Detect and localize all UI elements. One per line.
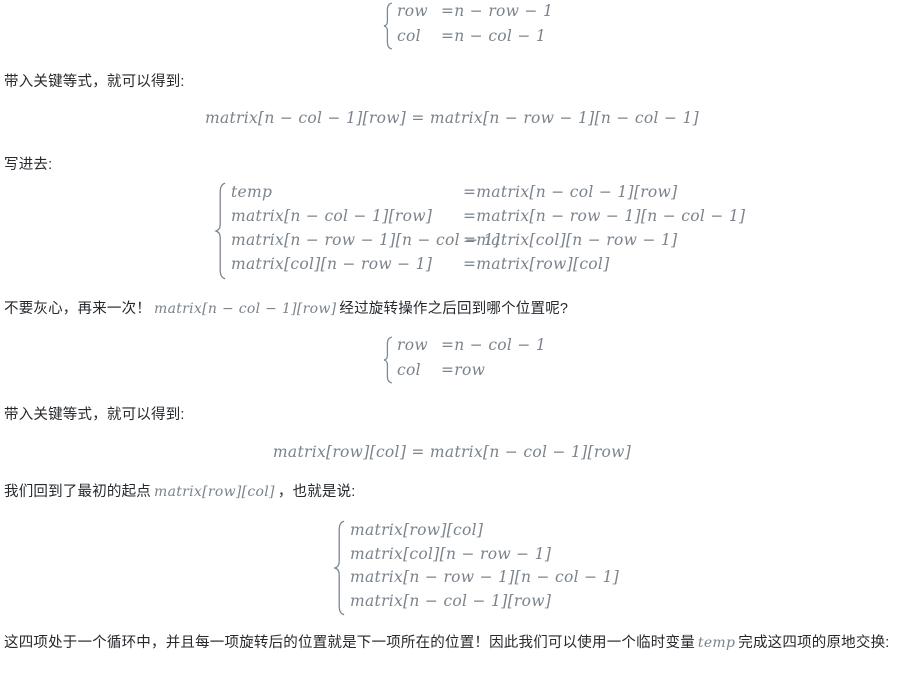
paragraph-try-again-prefix: 不要灰心，再来一次！ xyxy=(4,301,151,317)
left-curly-brace-icon xyxy=(214,182,227,280)
system-2-row-2-lhs: matrix[n − row − 1][n − col − 1] xyxy=(231,231,501,249)
system-3-row-0: row = n − col − 1 xyxy=(397,336,546,361)
system-4-rows: matrix[row][col] matrix[col][n − row − 1… xyxy=(350,520,619,616)
system-4-row-3: matrix[n − col − 1][row] xyxy=(350,592,619,616)
system-2-row-3-op: = xyxy=(463,255,477,273)
inline-math-temp-variable: temp xyxy=(697,635,736,651)
system-1-rows: row = n − row − 1 col = n − col − 1 xyxy=(397,2,553,52)
system-1-row-1-lhs: col xyxy=(397,27,421,45)
paragraph-cycle-conclusion-suffix: 完成这四项的原地交换: xyxy=(738,635,890,651)
system-1-row-0-op: = xyxy=(441,2,455,20)
system-4-row-0-lhs: matrix[row][col] xyxy=(350,521,484,539)
system-2-row-0: temp = matrix[n − col − 1][row] xyxy=(231,183,745,207)
system-4-row-2-lhs: matrix[n − row − 1][n − col − 1] xyxy=(350,568,620,586)
system-2-row-2-op: = xyxy=(463,231,477,249)
paragraph-try-again: 不要灰心，再来一次！ matrix[n − col − 1][row] 经过旋转操作… xyxy=(4,296,568,322)
system-2-row-1-lhs: matrix[n − col − 1][row] xyxy=(231,207,433,225)
system-4-row-1-lhs: matrix[col][n − row − 1] xyxy=(350,544,552,563)
paragraph-substitute-1: 带入关键等式，就可以得到: xyxy=(4,74,185,90)
system-2-rows: temp = matrix[n − col − 1][row] matrix[n… xyxy=(231,182,745,280)
system-4-row-0: matrix[row][col] xyxy=(350,521,619,545)
system-2-row-3: matrix[col][n − row − 1] = matrix[row][c… xyxy=(231,255,745,279)
display-equation-2: matrix[row][col] = matrix[n − col − 1][r… xyxy=(272,443,632,461)
system-1-row-1-op: = xyxy=(441,27,455,45)
system-3-rows: row = n − col − 1 col = row xyxy=(397,336,546,386)
paragraph-cycle-conclusion-prefix: 这四项处于一个循环中，并且每一项旋转后的位置就是下一项所在的位置！因此我们可以使… xyxy=(4,635,695,651)
system-4-row-1: matrix[col][n − row − 1] xyxy=(350,545,619,569)
inline-math-origin-cell: matrix[row][col] xyxy=(154,484,275,500)
left-curly-brace-icon xyxy=(333,520,346,616)
system-3-row-1: col = row xyxy=(397,361,546,386)
system-4-row-3-lhs: matrix[n − col − 1][row] xyxy=(350,591,552,610)
paragraph-back-to-start: 我们回到了最初的起点 matrix[row][col] ，也就是说: xyxy=(4,479,356,505)
system-1-row-0: row = n − row − 1 xyxy=(397,2,553,27)
paragraph-substitute-2: 带入关键等式，就可以得到: xyxy=(4,407,185,423)
system-3-row-1-lhs: col xyxy=(397,361,421,379)
paragraph-cycle-conclusion: 这四项处于一个循环中，并且每一项旋转后的位置就是下一项所在的位置！因此我们可以使… xyxy=(4,630,900,656)
system-1-row-1: col = n − col − 1 xyxy=(397,27,553,52)
system-2-row-2: matrix[n − row − 1][n − col − 1] = matri… xyxy=(231,231,745,255)
paragraph-try-again-suffix: 经过旋转操作之后回到哪个位置呢? xyxy=(339,301,569,317)
display-system-1: row = n − row − 1 col = n − col − 1 xyxy=(382,2,553,52)
system-2-row-1-op: = xyxy=(463,207,477,225)
system-2-row-0-op: = xyxy=(463,183,477,201)
system-3-row-0-lhs: row xyxy=(397,336,428,354)
document-page: row = n − row − 1 col = n − col − 1 带入关键… xyxy=(0,0,904,684)
paragraph-write-back: 写进去: xyxy=(4,157,53,173)
display-system-2: temp = matrix[n − col − 1][row] matrix[n… xyxy=(214,182,745,280)
inline-math-rotated-cell: matrix[n − col − 1][row] xyxy=(154,301,337,317)
paragraph-back-to-start-suffix: ，也就是说: xyxy=(277,484,356,500)
system-3-row-1-rhs: row xyxy=(454,361,486,379)
system-1-row-1-rhs: n − col − 1 xyxy=(454,27,547,45)
system-2-row-3-lhs: matrix[col][n − row − 1] xyxy=(231,255,433,273)
system-3-row-0-rhs: n − col − 1 xyxy=(454,336,547,354)
left-curly-brace-icon xyxy=(382,2,393,52)
system-2-row-1-rhs: matrix[n − row − 1][n − col − 1] xyxy=(476,207,746,225)
system-1-row-0-lhs: row xyxy=(397,2,428,20)
system-4-row-2: matrix[n − row − 1][n − col − 1] xyxy=(350,568,619,592)
system-2-row-0-lhs: temp xyxy=(231,183,273,201)
system-2-row-0-rhs: matrix[n − col − 1][row] xyxy=(476,183,678,201)
system-3-row-0-op: = xyxy=(441,336,455,354)
system-2-row-1: matrix[n − col − 1][row] = matrix[n − ro… xyxy=(231,207,745,231)
paragraph-back-to-start-prefix: 我们回到了最初的起点 xyxy=(4,484,151,500)
system-1-row-0-rhs: n − row − 1 xyxy=(454,2,554,20)
display-equation-1: matrix[n − col − 1][row] = matrix[n − ro… xyxy=(204,109,699,127)
system-3-row-1-op: = xyxy=(441,361,455,379)
display-system-3: row = n − col − 1 col = row xyxy=(382,336,546,386)
display-system-4: matrix[row][col] matrix[col][n − row − 1… xyxy=(333,520,619,616)
system-2-row-2-rhs: matrix[col][n − row − 1] xyxy=(476,231,678,249)
system-2-row-3-rhs: matrix[row][col] xyxy=(476,255,610,273)
left-curly-brace-icon xyxy=(382,336,393,386)
